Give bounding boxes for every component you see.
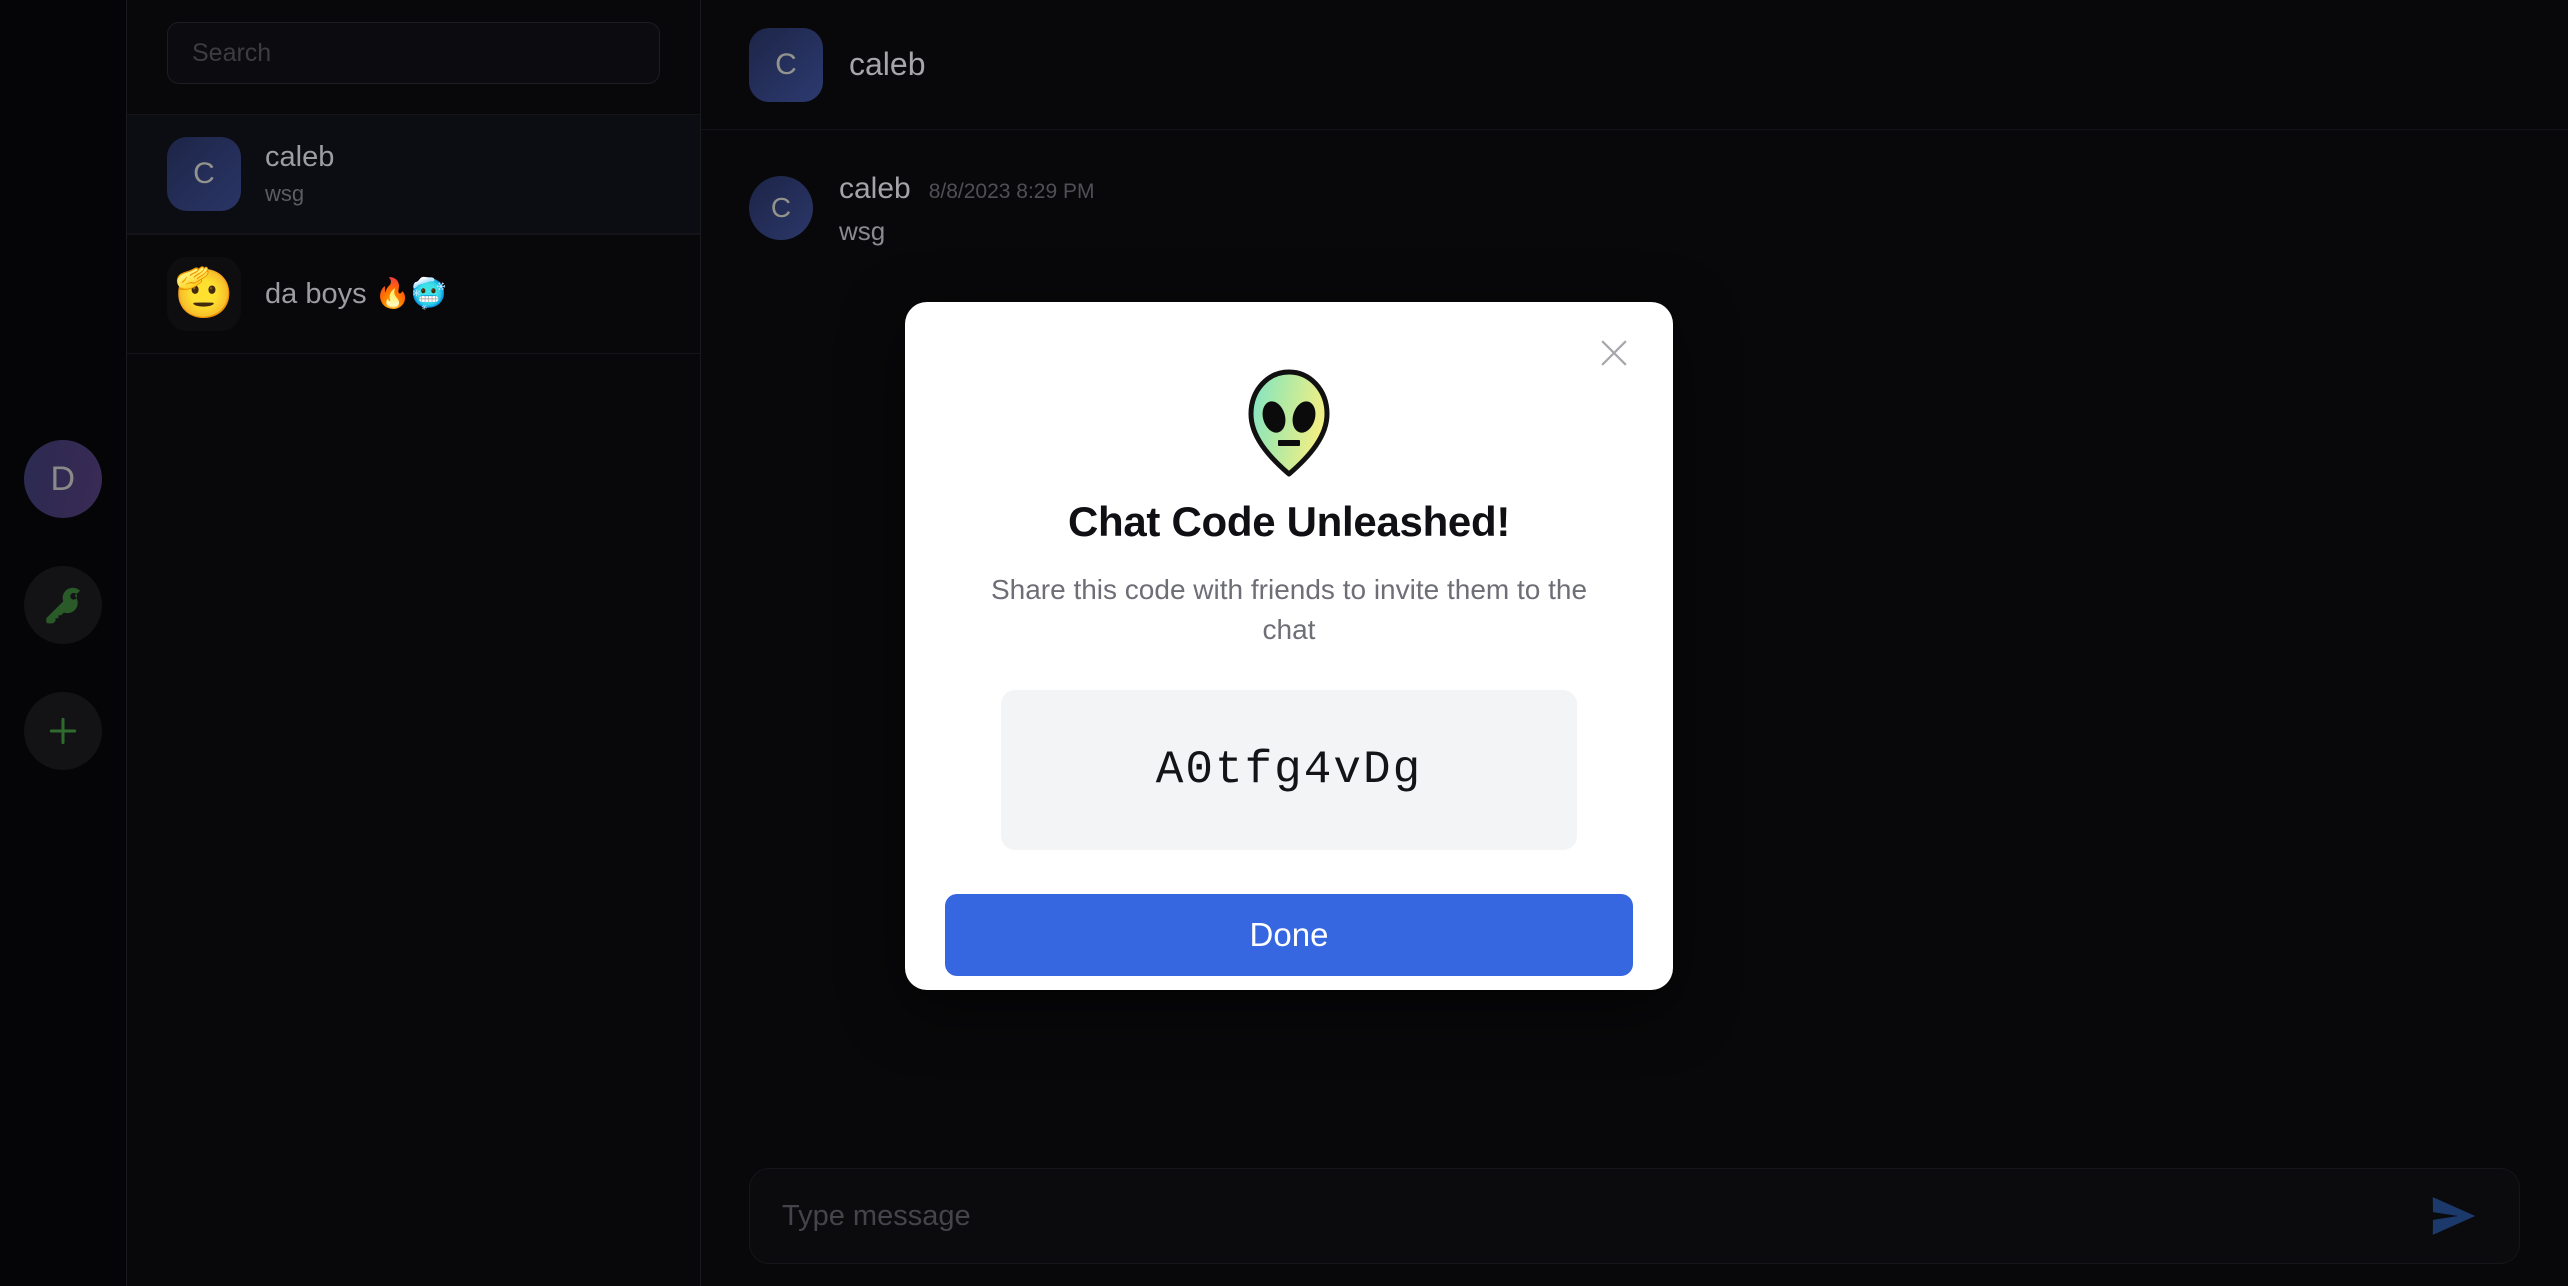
message-text: wsg	[839, 216, 886, 246]
close-button[interactable]	[1585, 324, 1643, 382]
avatar: C	[749, 176, 813, 240]
plus-icon	[49, 717, 77, 745]
icon-rail: D	[0, 0, 126, 1286]
alien-emoji-wrap	[1241, 368, 1337, 478]
alien-icon	[1248, 369, 1330, 477]
join-chat-button[interactable]	[24, 566, 102, 644]
message-body: caleb 8/8/2023 8:29 PM wsg	[839, 172, 1095, 247]
message-item: C caleb 8/8/2023 8:29 PM wsg	[749, 172, 2520, 247]
message-meta: caleb 8/8/2023 8:29 PM	[839, 172, 1095, 206]
user-avatar[interactable]: D	[24, 440, 102, 518]
message-author: caleb	[839, 172, 911, 205]
chat-item-title: da boys 🔥🥶	[265, 278, 447, 310]
message-timestamp: 8/8/2023 8:29 PM	[928, 180, 1095, 203]
avatar-initial: C	[193, 157, 215, 190]
chat-code-value: A0tfg4vDg	[1155, 743, 1423, 796]
search-input[interactable]	[167, 22, 660, 84]
avatar: 🫡	[167, 257, 241, 331]
chat-list-item-da-boys[interactable]: 🫡 da boys 🔥🥶	[127, 234, 700, 354]
done-button[interactable]: Done	[945, 893, 1633, 976]
saluting-face-icon: 🫡	[174, 267, 234, 320]
composer-field-wrap	[749, 1168, 2520, 1264]
send-icon	[2432, 1197, 2476, 1235]
new-chat-button[interactable]	[24, 692, 102, 770]
page-title: caleb	[849, 46, 926, 82]
send-button[interactable]	[2419, 1186, 2489, 1246]
chat-code-box[interactable]: A0tfg4vDg	[1001, 689, 1577, 850]
modal-subtitle: Share this code with friends to invite t…	[990, 574, 1588, 645]
chat-code-modal: Chat Code Unleashed! Share this code wit…	[905, 302, 1673, 990]
modal-title: Chat Code Unleashed!	[1067, 498, 1511, 545]
search-container	[127, 0, 700, 114]
message-composer	[701, 1168, 2568, 1286]
avatar: C	[749, 27, 823, 102]
avatar: C	[167, 137, 241, 211]
chat-item-preview: wsg	[265, 180, 305, 206]
chat-rows: C caleb wsg 🫡 da boys 🔥🥶	[127, 114, 700, 354]
key-icon	[46, 587, 81, 624]
user-avatar-initial: D	[50, 459, 76, 498]
chat-item-text: da boys 🔥🥶	[265, 277, 447, 311]
chat-item-title: caleb	[265, 140, 335, 173]
message-input[interactable]	[782, 1199, 2419, 1233]
chat-list-item-caleb[interactable]: C caleb wsg	[127, 114, 700, 234]
chat-item-text: caleb wsg	[265, 140, 335, 206]
avatar-initial: C	[770, 192, 792, 223]
chat-header: C caleb	[701, 0, 2568, 130]
chat-app: D C caleb	[0, 0, 2568, 1286]
rail-button-stack: D	[0, 440, 126, 770]
avatar-initial: C	[775, 47, 797, 81]
chat-list-panel: C caleb wsg 🫡 da boys 🔥🥶	[126, 0, 701, 1286]
close-icon	[1601, 340, 1627, 366]
